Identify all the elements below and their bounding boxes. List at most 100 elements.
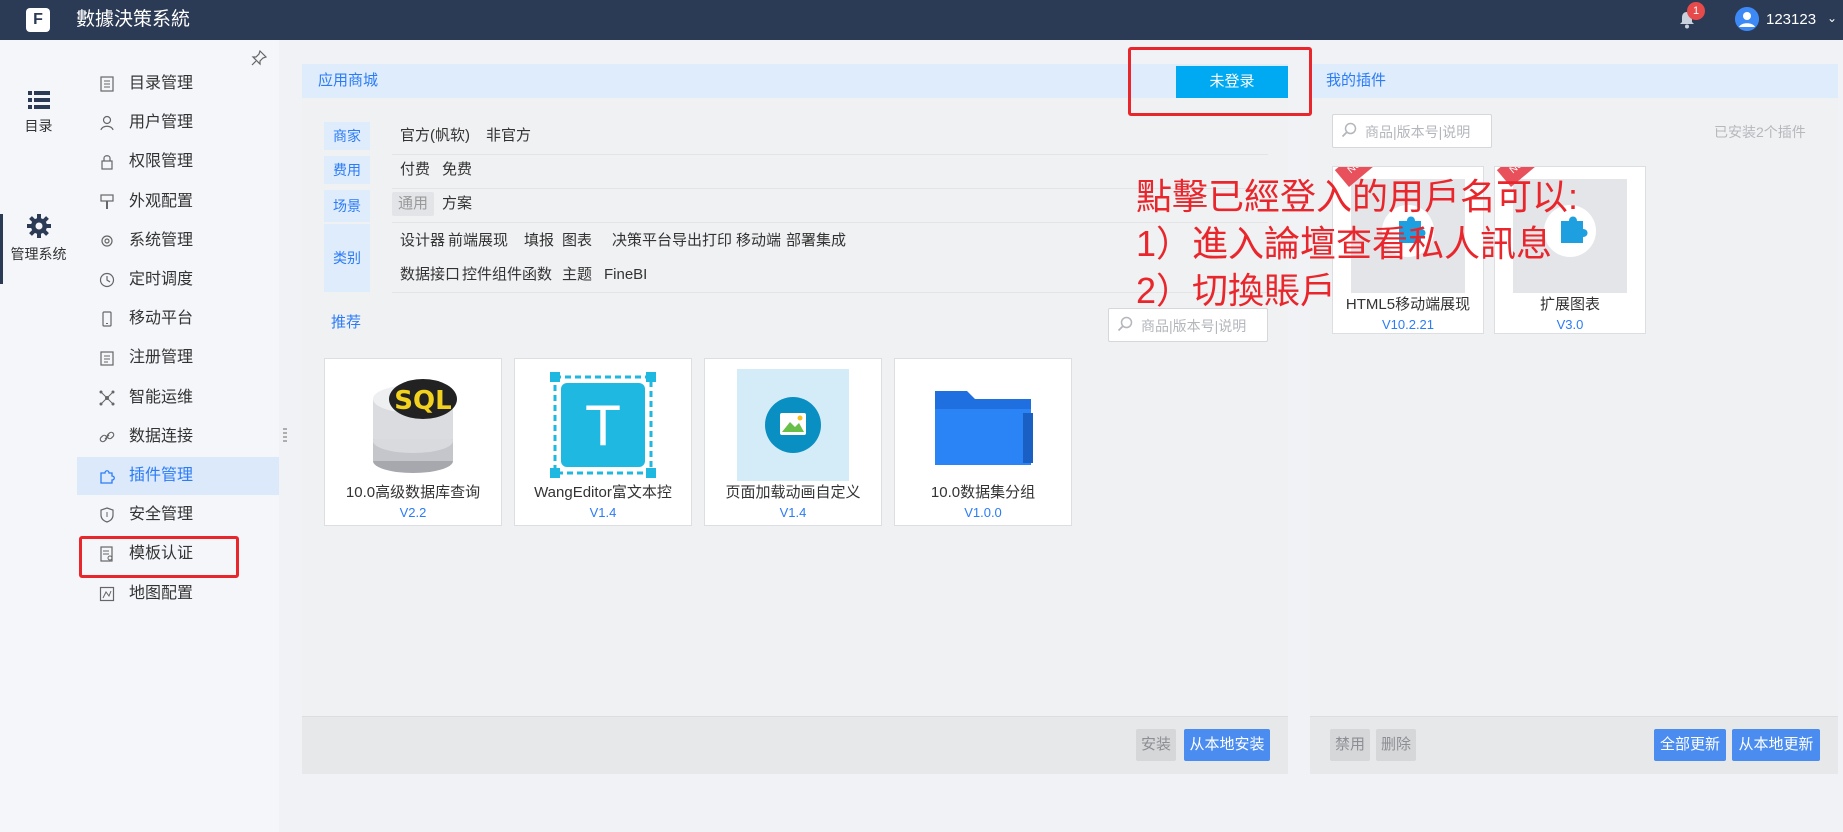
- store-footer: 安装 从本地安装: [302, 716, 1288, 774]
- filter-option[interactable]: 填报: [524, 231, 554, 251]
- app-title: 數據決策系統: [76, 9, 191, 30]
- filter-option[interactable]: 非官方: [486, 126, 531, 146]
- annotation-box-plugin-menu: [79, 536, 239, 578]
- sidebar-item-label: 数据连接: [129, 427, 194, 445]
- rail-item-catalog[interactable]: 目录: [0, 90, 77, 136]
- rail-item-admin[interactable]: 管理系统: [0, 214, 77, 264]
- sidebar-item-label: 用户管理: [129, 114, 194, 132]
- text-editor-icon: T: [550, 372, 656, 478]
- filter-option[interactable]: 官方(帆软): [400, 126, 470, 146]
- pin-icon[interactable]: [251, 50, 267, 66]
- sidebar-item[interactable]: 移动平台: [77, 300, 279, 338]
- search-placeholder: 商品|版本号|说明: [1365, 124, 1471, 140]
- catalog-icon: [100, 76, 114, 92]
- plugin-name: WangEditor富文本控: [534, 484, 672, 501]
- my-plugins-title: 我的插件: [1326, 72, 1387, 89]
- plugin-version: V3.0: [1556, 317, 1584, 332]
- user-icon: [100, 116, 114, 131]
- chevron-down-icon[interactable]: ⌄: [1827, 8, 1837, 28]
- database-icon: SQL: [357, 369, 469, 481]
- gear-icon: [101, 235, 113, 247]
- user-name[interactable]: 123123: [1766, 10, 1816, 30]
- sql-text: SQL: [394, 386, 451, 416]
- sidebar-item[interactable]: 注册管理: [77, 339, 279, 377]
- filter-option[interactable]: 图表: [562, 231, 592, 251]
- my-plugins-panel: 我的插件 商品|版本号|说明 已安装2个插件 New HTML5移动端展现 V1…: [1310, 64, 1838, 774]
- annotation-box-login: [1128, 47, 1312, 116]
- sidebar-item-label: 权限管理: [129, 153, 194, 171]
- filter-option[interactable]: 决策平台: [612, 231, 672, 251]
- plugin-version: V10.2.21: [1381, 317, 1435, 332]
- puzzle-icon: [100, 470, 115, 484]
- install-local-button[interactable]: 从本地安装: [1184, 729, 1270, 761]
- filter-option[interactable]: 数据接口: [400, 265, 460, 285]
- filter-option[interactable]: 方案: [442, 194, 472, 214]
- user-avatar-icon[interactable]: [1735, 7, 1759, 31]
- plugin-card[interactable]: T WangEditor富文本控 V1.4: [514, 358, 692, 526]
- filter-option[interactable]: 导出打印: [672, 231, 732, 251]
- shield-icon: [100, 507, 114, 523]
- link-icon: [99, 431, 115, 443]
- plugin-card[interactable]: 页面加载动画自定义 V1.4: [704, 358, 882, 526]
- filter-option[interactable]: FineBI: [604, 265, 647, 285]
- folder-icon: [935, 391, 1033, 465]
- sidebar-item-label: 外观配置: [129, 192, 194, 210]
- sidebar-item[interactable]: 插件管理: [77, 457, 279, 495]
- annotation-line: 2）切換賬戶: [1136, 270, 1337, 311]
- search-icon: [1341, 122, 1357, 138]
- mobile-icon: [102, 311, 112, 327]
- filter-option[interactable]: 控件组件: [462, 265, 522, 285]
- sidebar-item[interactable]: 系统管理: [77, 222, 279, 260]
- filter-option[interactable]: 设计器: [400, 231, 445, 251]
- installed-count: 已安装2个插件: [1714, 124, 1806, 140]
- filter-label-vendor: 商家: [324, 122, 370, 150]
- filter-option[interactable]: 前端展现: [448, 231, 508, 251]
- plugin-version: V1.4: [589, 505, 617, 520]
- image-icon: [737, 369, 849, 481]
- top-bar: F 數據決策系統 1 123123 ⌄: [0, 0, 1843, 40]
- plugin-version: V1.4: [779, 505, 807, 520]
- update-local-button[interactable]: 从本地更新: [1732, 729, 1820, 761]
- filter-option-selected[interactable]: 通用: [392, 192, 435, 216]
- app-logo[interactable]: F: [26, 8, 50, 32]
- filter-option[interactable]: 付费: [400, 160, 430, 180]
- plugin-card[interactable]: SQL 10.0高级数据库查询 V2.2: [324, 358, 502, 526]
- map-icon: [99, 586, 115, 601]
- sidebar-item[interactable]: 安全管理: [77, 496, 279, 534]
- sidebar-item[interactable]: 用户管理: [77, 104, 279, 142]
- my-plugins-header: 我的插件: [1310, 64, 1838, 98]
- sidebar-item-label: 地图配置: [129, 584, 194, 602]
- install-button[interactable]: 安装: [1136, 729, 1176, 761]
- sidebar-item-label: 安全管理: [129, 506, 194, 524]
- filter-label-scene: 场景: [324, 190, 370, 222]
- filter-option[interactable]: 主题: [562, 265, 592, 285]
- plugin-version: V2.2: [399, 505, 427, 520]
- filter-option[interactable]: 免费: [442, 160, 472, 180]
- sidebar-item[interactable]: 智能运维: [77, 379, 279, 417]
- filter-option[interactable]: 函数: [522, 265, 552, 285]
- sidebar-item-label: 系统管理: [129, 231, 194, 249]
- sidebar-item-label: 目录管理: [129, 75, 194, 92]
- my-plugins-search-input[interactable]: 商品|版本号|说明: [1332, 114, 1492, 148]
- rail-label: 管理系统: [10, 246, 67, 262]
- list-icon: [27, 91, 50, 109]
- gear-icon: [26, 214, 51, 238]
- disable-button[interactable]: 禁用: [1330, 729, 1370, 761]
- store-panel: 应用商城 商家 官方(帆软) 非官方 费用 付费 免费 场景 通用 方案 类别 …: [302, 64, 1288, 774]
- sidebar-item[interactable]: 目录管理: [77, 65, 279, 103]
- sidebar-item[interactable]: 地图配置: [77, 575, 279, 613]
- sidebar-item[interactable]: 权限管理: [77, 143, 279, 181]
- sidebar-item[interactable]: 定时调度: [77, 261, 279, 299]
- plugin-card[interactable]: 10.0数据集分组 V1.0.0: [894, 358, 1072, 526]
- store-title: 应用商城: [318, 72, 379, 89]
- sidebar-item[interactable]: 外观配置: [77, 183, 279, 221]
- search-placeholder: 商品|版本号|说明: [1141, 318, 1247, 334]
- filter-option[interactable]: 移动端: [736, 231, 781, 251]
- delete-button[interactable]: 删除: [1376, 729, 1416, 761]
- update-all-button[interactable]: 全部更新: [1654, 729, 1726, 761]
- resize-handle-icon[interactable]: [283, 428, 287, 442]
- filter-option[interactable]: 部署集成: [786, 231, 846, 251]
- annotation-line: 1）進入論壇查看私人訊息: [1136, 223, 1553, 264]
- sidebar-item[interactable]: 数据连接: [77, 418, 279, 456]
- rail-label: 目录: [24, 118, 53, 134]
